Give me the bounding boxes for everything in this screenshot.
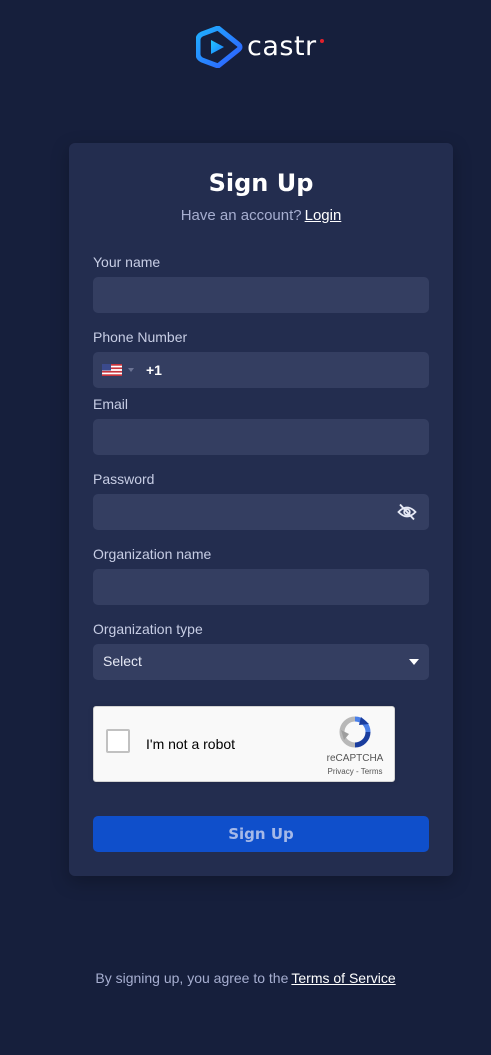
password-label: Password <box>93 471 155 487</box>
phone-label: Phone Number <box>93 329 188 345</box>
phone-input[interactable]: +1 <box>93 352 429 388</box>
organization-type-label: Organization type <box>93 621 203 637</box>
password-input[interactable] <box>93 494 429 530</box>
castr-play-logo-icon <box>196 26 243 68</box>
terms-notice: By signing up, you agree to the Terms of … <box>0 970 491 986</box>
login-link[interactable]: Login <box>305 207 342 224</box>
castr-logo[interactable]: castr <box>196 26 324 68</box>
email-label: Email <box>93 396 129 412</box>
recaptcha-brand: reCAPTCHA <box>326 753 384 764</box>
organization-type-selected: Select <box>103 653 142 669</box>
login-prompt-text: Have an account? <box>180 207 302 224</box>
chevron-down-icon <box>409 659 419 665</box>
recaptcha-widget: I'm not a robot reCAPTCHA Privacy - Term… <box>93 706 395 782</box>
logo-accent-dot <box>319 38 324 43</box>
name-label: Your name <box>93 254 161 270</box>
eye-off-icon[interactable] <box>397 503 417 521</box>
recaptcha-label: I'm not a robot <box>146 736 236 752</box>
country-dropdown-caret-icon[interactable] <box>128 368 134 372</box>
signup-card: Sign Up Have an account? Login Your name … <box>69 143 453 876</box>
recaptcha-icon <box>339 716 371 748</box>
email-input[interactable] <box>93 419 429 455</box>
organization-name-input[interactable] <box>93 569 429 605</box>
us-flag-icon[interactable] <box>102 364 122 376</box>
terms-of-service-link[interactable]: Terms of Service <box>291 970 395 986</box>
name-input[interactable] <box>93 277 429 313</box>
recaptcha-privacy-terms-links[interactable]: Privacy - Terms <box>320 767 390 776</box>
organization-name-label: Organization name <box>93 546 212 562</box>
castr-wordmark: castr <box>247 31 324 62</box>
organization-type-select[interactable]: Select <box>93 644 429 680</box>
terms-notice-text: By signing up, you agree to the <box>95 970 289 986</box>
sign-up-button[interactable]: Sign Up <box>93 816 429 852</box>
country-code: +1 <box>146 362 162 378</box>
recaptcha-checkbox[interactable] <box>106 729 130 753</box>
login-prompt: Have an account? Login <box>69 207 453 224</box>
page-title: Sign Up <box>208 169 314 197</box>
